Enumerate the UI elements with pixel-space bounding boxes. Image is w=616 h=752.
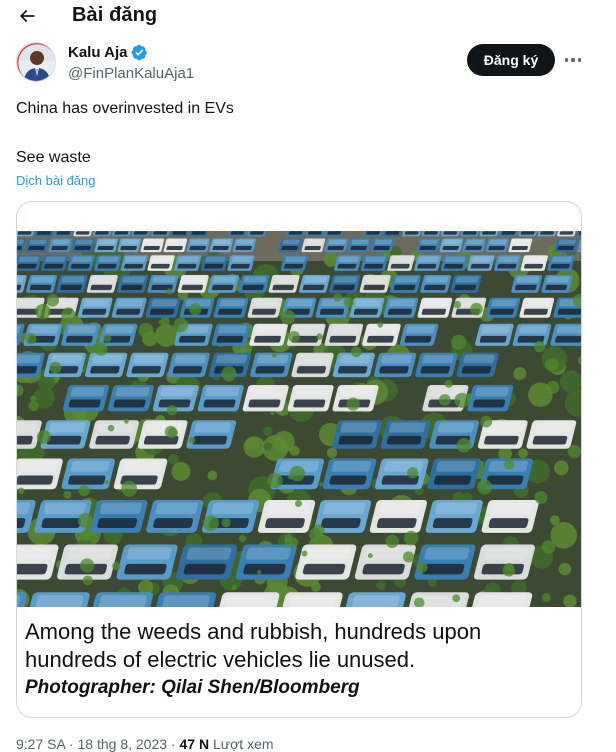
avatar[interactable]: [16, 42, 56, 82]
meta-separator-2: ·: [167, 736, 180, 752]
parked-cars-image: [17, 231, 581, 607]
author-handle[interactable]: @FinPlanKaluAja1: [68, 65, 194, 82]
views-count: 47 N: [179, 736, 210, 752]
page-title: Bài đăng: [72, 4, 158, 26]
follow-button[interactable]: Đăng ký: [467, 44, 555, 76]
post-date[interactable]: 18 thg 8, 2023: [78, 736, 168, 752]
meta-separator: ·: [65, 736, 78, 752]
post-time[interactable]: 9:27 SA: [16, 736, 65, 752]
author-name[interactable]: Kalu Aja: [68, 44, 148, 61]
caption-line-2: hundreds of electric vehicles lie unused…: [25, 647, 416, 672]
tweet-text-line-2: See waste: [16, 149, 91, 166]
media-card[interactable]: Among the weeds and rubbish, hundreds up…: [16, 201, 582, 718]
tweet-text-line-1: China has overinvested in EVs: [16, 100, 234, 117]
caption-credit: Photographer: Qilai Shen/Bloomberg: [25, 677, 360, 698]
caption-line-1: Among the weeds and rubbish, hundreds up…: [25, 619, 482, 644]
top-bar: Bài đăng: [0, 0, 600, 32]
arrow-left-icon: [19, 9, 35, 23]
avatar-image: [17, 43, 55, 81]
verified-badge-icon: [131, 44, 148, 61]
media-caption: Among the weeds and rubbish, hundreds up…: [25, 618, 575, 702]
views-label: Lượt xem: [209, 736, 274, 752]
author-name-text: Kalu Aja: [68, 44, 128, 61]
parked-cars-photo: [17, 231, 581, 607]
post-meta: 9:27 SA · 18 thg 8, 2023 · 47 N Lượt xem: [16, 736, 274, 752]
more-button[interactable]: [560, 48, 586, 72]
back-button[interactable]: [14, 4, 40, 28]
translate-post-link[interactable]: Dịch bài đăng: [16, 173, 96, 188]
more-horizontal-icon: [564, 58, 582, 62]
